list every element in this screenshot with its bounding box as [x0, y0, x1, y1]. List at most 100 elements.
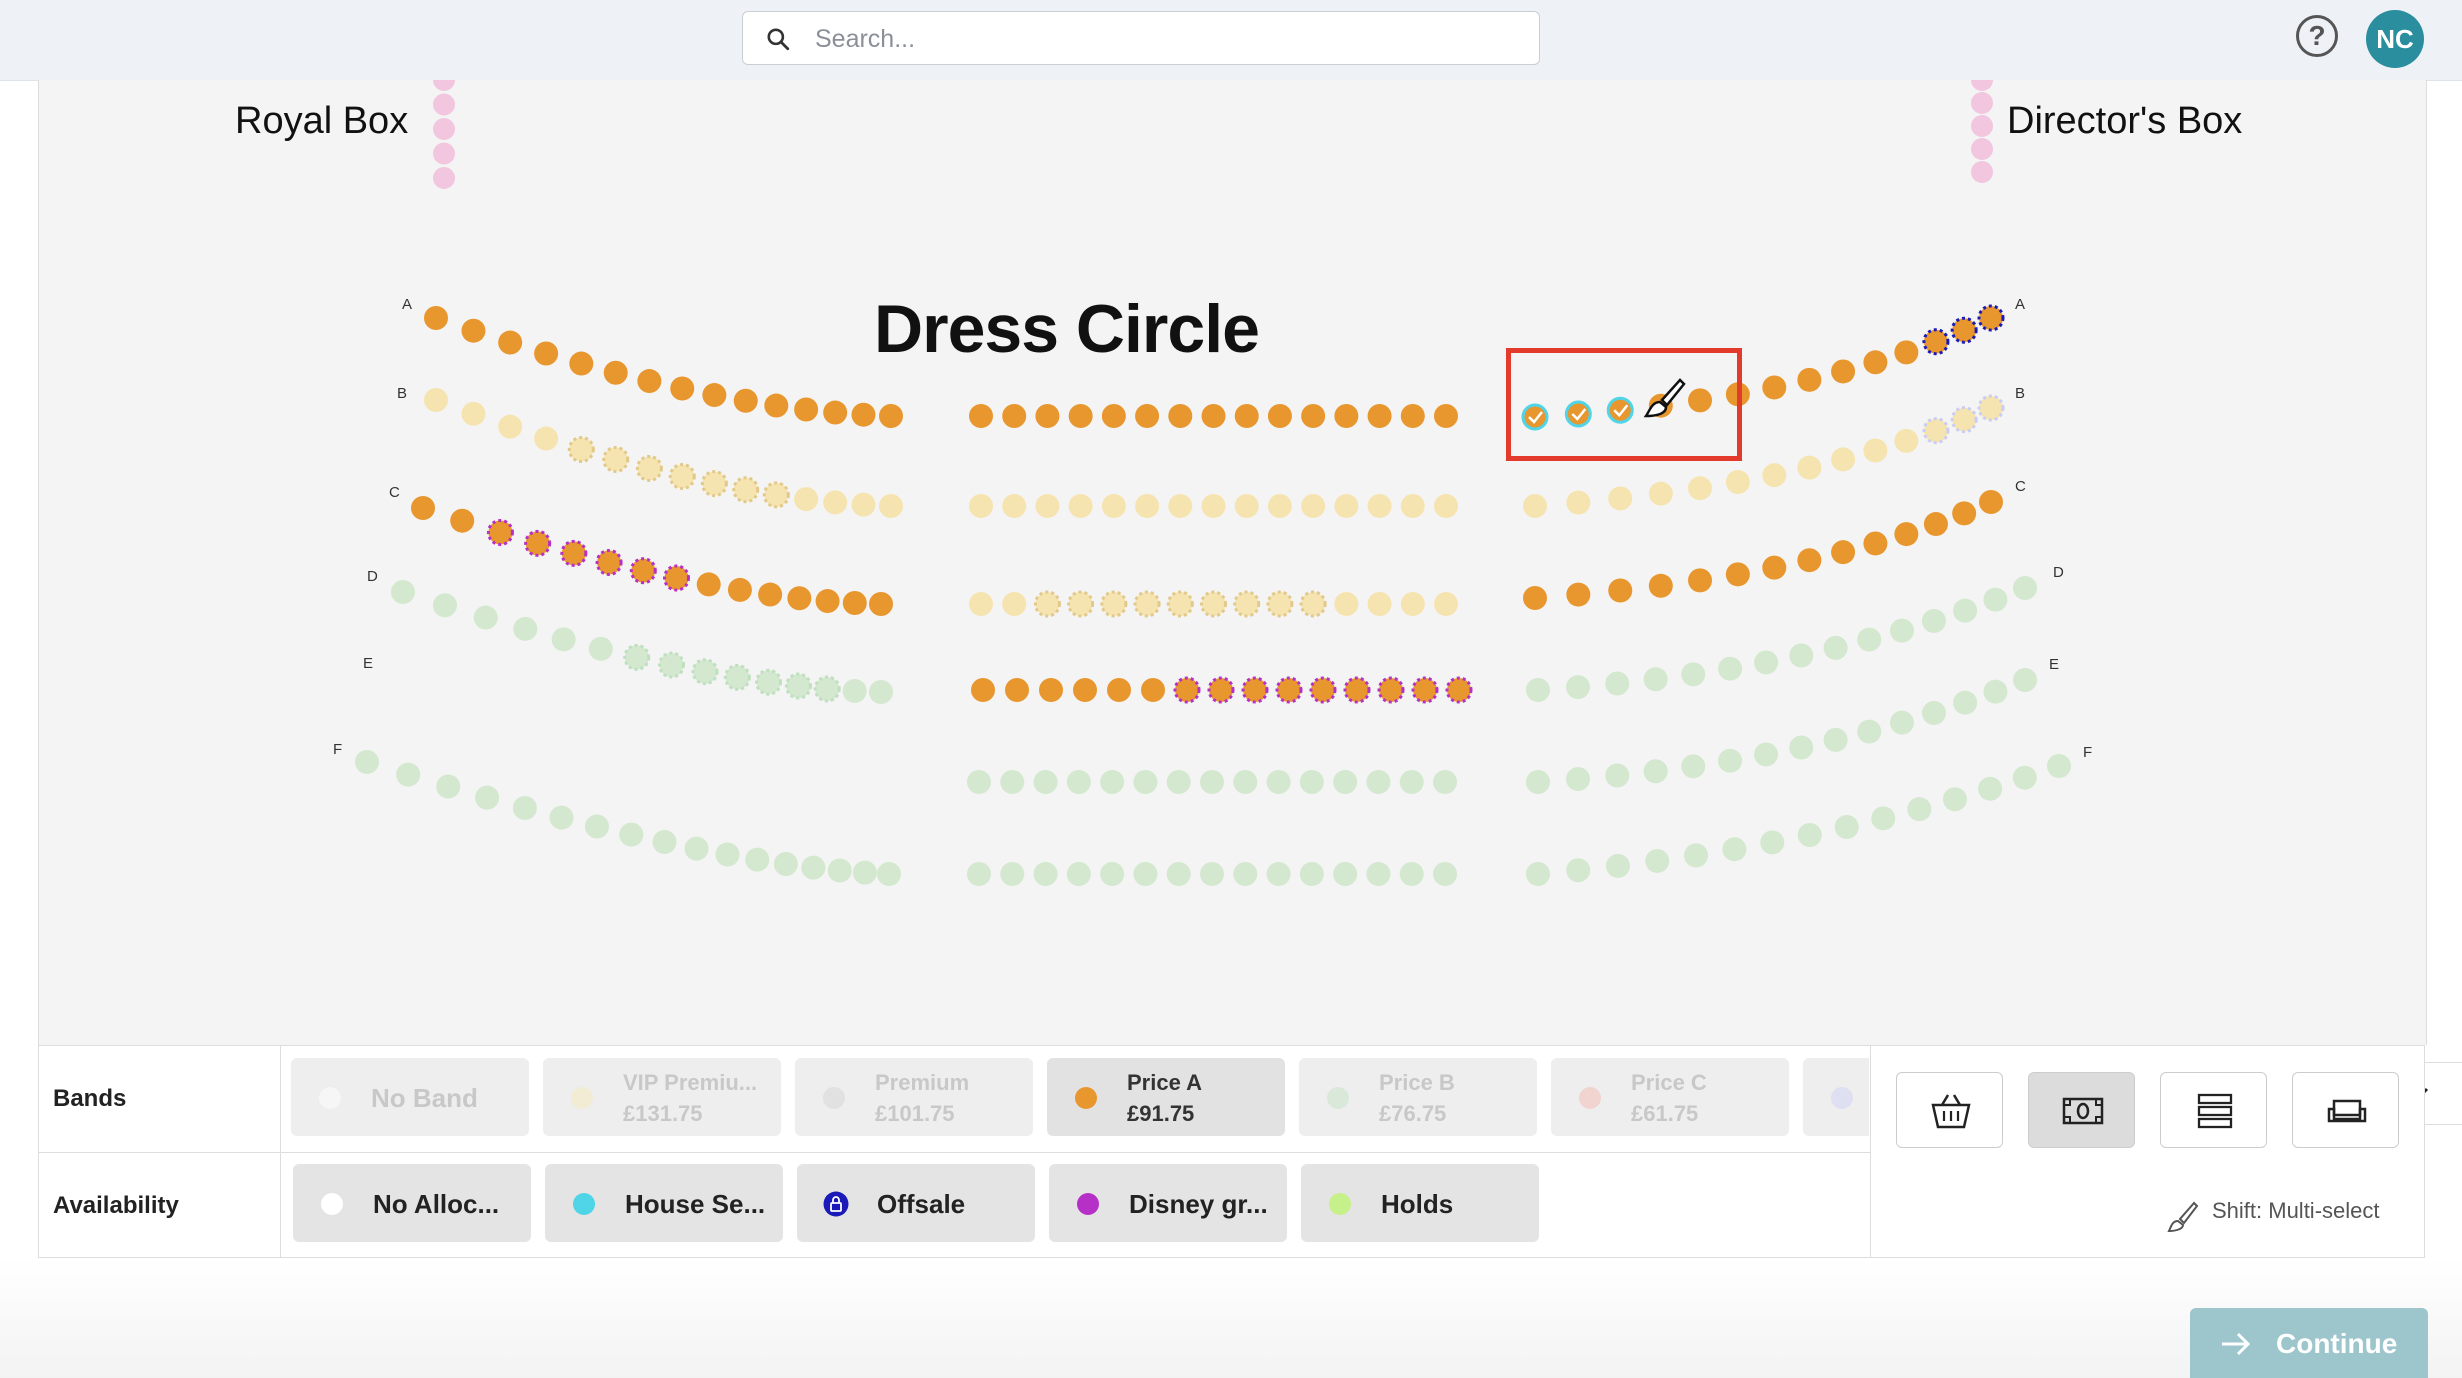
seat[interactable]: [827, 858, 852, 883]
seat[interactable]: [1299, 590, 1327, 618]
seat[interactable]: [1834, 814, 1859, 839]
seat[interactable]: [1823, 635, 1848, 660]
seat[interactable]: [1434, 404, 1458, 428]
seat[interactable]: [1894, 340, 1919, 365]
seat[interactable]: [1035, 494, 1060, 518]
seat[interactable]: [1566, 582, 1591, 607]
seat[interactable]: [637, 369, 662, 394]
seat[interactable]: [461, 401, 486, 426]
seat[interactable]: [355, 750, 379, 774]
seat[interactable]: [842, 590, 867, 615]
seat[interactable]: [1978, 776, 2003, 801]
seat[interactable]: [1233, 770, 1258, 794]
seat[interactable]: [1399, 770, 1424, 794]
money-tool-button[interactable]: [2028, 1072, 2135, 1148]
seat[interactable]: [1725, 562, 1750, 587]
seat[interactable]: [969, 404, 993, 428]
seat[interactable]: [433, 118, 455, 140]
seat[interactable]: [534, 341, 559, 366]
seat[interactable]: [1760, 830, 1785, 855]
seat[interactable]: [623, 643, 651, 671]
seat[interactable]: [1334, 404, 1359, 428]
seat[interactable]: [498, 414, 523, 439]
seat[interactable]: [1309, 676, 1337, 704]
seat[interactable]: [433, 80, 455, 91]
seat[interactable]: [1100, 590, 1128, 618]
seat[interactable]: [1333, 862, 1358, 886]
seat[interactable]: [794, 487, 819, 512]
seat[interactable]: [1871, 806, 1896, 831]
seat[interactable]: [1135, 404, 1160, 428]
seat[interactable]: [1234, 494, 1259, 518]
seat[interactable]: [1275, 676, 1303, 704]
seat[interactable]: [1894, 522, 1919, 547]
seat[interactable]: [1266, 770, 1291, 794]
seat[interactable]: [1066, 862, 1091, 886]
seat[interactable]: [1201, 404, 1226, 428]
seat[interactable]: [433, 142, 455, 165]
seat[interactable]: [702, 383, 727, 408]
seat[interactable]: [473, 605, 498, 630]
seat[interactable]: [733, 388, 758, 413]
seat[interactable]: [1000, 770, 1025, 794]
seat[interactable]: [1684, 843, 1709, 868]
seat[interactable]: [1608, 578, 1633, 603]
seat[interactable]: [1526, 770, 1550, 794]
seat[interactable]: [1831, 540, 1856, 565]
seat[interactable]: [879, 404, 903, 428]
seat[interactable]: [1005, 678, 1029, 702]
seat[interactable]: [696, 572, 721, 597]
seat[interactable]: [1606, 396, 1634, 424]
seat[interactable]: [432, 593, 457, 618]
seat[interactable]: [813, 675, 841, 703]
seat[interactable]: [1971, 161, 1993, 183]
seat[interactable]: [1523, 494, 1547, 518]
help-icon[interactable]: ?: [2296, 15, 2338, 57]
seat[interactable]: [1605, 671, 1630, 696]
seat[interactable]: [1343, 676, 1371, 704]
seat[interactable]: [1648, 573, 1673, 598]
seat[interactable]: [1797, 548, 1822, 573]
seat[interactable]: [1863, 531, 1888, 556]
seat[interactable]: [1977, 394, 2005, 422]
seat[interactable]: [842, 678, 867, 703]
seat[interactable]: [1722, 837, 1747, 862]
seat[interactable]: [1141, 678, 1165, 702]
seat[interactable]: [1971, 92, 1993, 114]
seat[interactable]: [603, 360, 628, 385]
seat[interactable]: [1923, 512, 1948, 537]
seat[interactable]: [1367, 494, 1392, 518]
seat[interactable]: [424, 388, 448, 412]
seat[interactable]: [588, 636, 613, 661]
seat[interactable]: [684, 836, 709, 861]
seat[interactable]: [700, 470, 728, 498]
seat[interactable]: [1068, 494, 1093, 518]
seat[interactable]: [1334, 494, 1359, 518]
seat[interactable]: [1234, 404, 1259, 428]
seat[interactable]: [715, 842, 740, 867]
availability-chip-no-allocation[interactable]: No Alloc...: [293, 1164, 531, 1242]
seat[interactable]: [723, 663, 751, 691]
seat[interactable]: [1681, 662, 1706, 687]
seat[interactable]: [512, 796, 537, 820]
seat[interactable]: [1521, 403, 1549, 431]
seat[interactable]: [569, 351, 594, 376]
seat-map[interactable]: [39, 80, 2426, 1045]
seat[interactable]: [411, 496, 435, 520]
seat[interactable]: [1333, 770, 1358, 794]
seat[interactable]: [1566, 767, 1591, 792]
seat[interactable]: [1067, 590, 1095, 618]
seat[interactable]: [1797, 823, 1822, 847]
seat[interactable]: [1762, 555, 1787, 580]
seat[interactable]: [1863, 438, 1888, 463]
seat[interactable]: [663, 564, 690, 592]
seat[interactable]: [1797, 367, 1822, 392]
seat[interactable]: [584, 814, 609, 839]
seat[interactable]: [1133, 590, 1161, 618]
seat[interactable]: [1101, 494, 1126, 518]
seat[interactable]: [1952, 501, 1977, 526]
seat[interactable]: [869, 680, 893, 704]
seat[interactable]: [2012, 765, 2037, 790]
band-chip-price-d[interactable]: [1803, 1058, 1869, 1136]
seat[interactable]: [1400, 592, 1425, 616]
